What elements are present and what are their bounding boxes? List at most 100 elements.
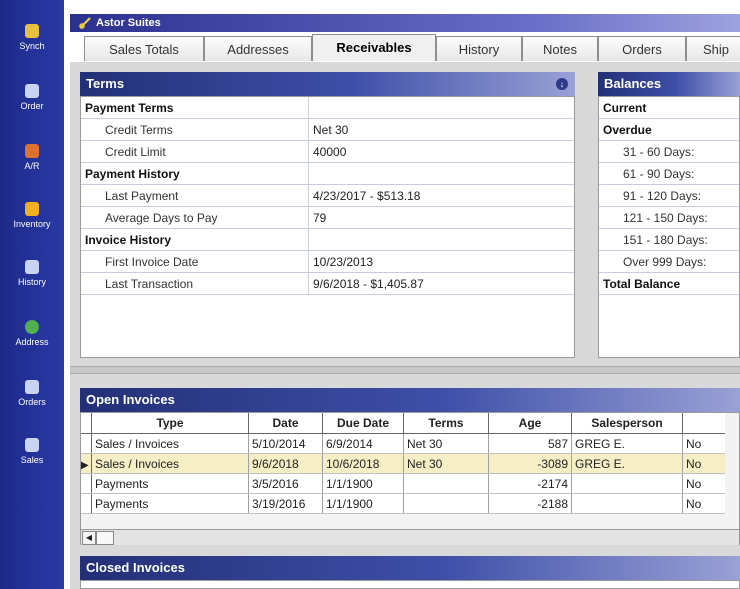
balances-label: 151 - 180 Days: bbox=[599, 228, 739, 251]
terms-value: 40000 bbox=[308, 140, 574, 163]
balances-row: Overdue bbox=[599, 118, 739, 141]
balances-label: Overdue bbox=[599, 118, 739, 141]
terms-row: Payment Terms bbox=[81, 97, 574, 119]
balances-row: 151 - 180 Days: bbox=[599, 228, 739, 251]
open-invoices-title: Open Invoices bbox=[86, 392, 175, 407]
scroll-left-icon[interactable]: ◀ bbox=[82, 531, 96, 545]
sidebar-item-order[interactable]: Order bbox=[0, 84, 64, 111]
terms-value bbox=[308, 228, 574, 251]
closed-invoices-title: Closed Invoices bbox=[86, 560, 185, 575]
sidebar-item-ar[interactable]: A/R bbox=[0, 144, 64, 171]
balances-label: Total Balance bbox=[599, 272, 739, 295]
column-header-terms[interactable]: Terms bbox=[403, 413, 489, 434]
column-header-extra[interactable] bbox=[682, 413, 725, 434]
tab-history[interactable]: History bbox=[436, 36, 522, 61]
horizontal-scrollbar[interactable]: ◀ bbox=[81, 529, 739, 545]
open-invoices-grid: Type Date Due Date Terms Age Salesperson… bbox=[80, 412, 740, 545]
terms-value: Net 30 bbox=[308, 118, 574, 141]
balances-row: Current bbox=[599, 97, 739, 119]
balances-row: 61 - 90 Days: bbox=[599, 162, 739, 185]
row-selector[interactable]: ▶ bbox=[81, 453, 92, 474]
tab-receivables[interactable]: Receivables bbox=[312, 34, 436, 61]
closed-invoices-grid bbox=[80, 580, 740, 589]
history-icon bbox=[25, 260, 39, 274]
terms-label: Credit Limit bbox=[81, 140, 309, 163]
row-selector[interactable] bbox=[81, 493, 92, 514]
sidebar-item-label: A/R bbox=[24, 161, 40, 171]
balances-label: 31 - 60 Days: bbox=[599, 140, 739, 163]
column-header-type[interactable]: Type bbox=[91, 413, 249, 434]
cell-terms bbox=[403, 473, 489, 494]
open-invoices-header: Open Invoices bbox=[80, 388, 740, 412]
collapse-chevron-icon[interactable]: ↓ bbox=[556, 78, 568, 90]
cell-date: 5/10/2014 bbox=[248, 433, 323, 454]
row-selector[interactable] bbox=[81, 433, 92, 454]
terms-value: 79 bbox=[308, 206, 574, 229]
tab-addresses[interactable]: Addresses bbox=[204, 36, 312, 61]
terms-value: 9/6/2018 - $1,405.87 bbox=[308, 272, 574, 295]
cell-terms bbox=[403, 493, 489, 514]
terms-row: Credit Limit 40000 bbox=[81, 140, 574, 163]
column-header-age[interactable]: Age bbox=[488, 413, 572, 434]
sidebar-item-label: Sales bbox=[20, 455, 44, 465]
splitter-handle[interactable] bbox=[70, 366, 740, 374]
cell-age: 587 bbox=[488, 433, 572, 454]
cell-salesperson bbox=[571, 493, 683, 514]
terms-label: Last Payment bbox=[81, 184, 309, 207]
row-selector[interactable] bbox=[81, 473, 92, 494]
sidebar-item-inventory[interactable]: Inventory bbox=[0, 202, 64, 229]
tab-bar: Sales Totals Addresses Receivables Histo… bbox=[76, 34, 740, 63]
table-row[interactable]: Payments 3/5/2016 1/1/1900 -2174 No bbox=[81, 473, 725, 494]
cell-date: 9/6/2018 bbox=[248, 453, 323, 474]
balances-row: Total Balance bbox=[599, 272, 739, 295]
cell-salesperson: GREG E. bbox=[571, 453, 683, 474]
ar-icon bbox=[25, 144, 39, 158]
cell-date: 3/5/2016 bbox=[248, 473, 323, 494]
cell-salesperson: GREG E. bbox=[571, 433, 683, 454]
balances-label: 91 - 120 Days: bbox=[599, 184, 739, 207]
table-row[interactable]: Sales / Invoices 5/10/2014 6/9/2014 Net … bbox=[81, 433, 725, 454]
terms-table: Payment Terms Credit Terms Net 30 Credit … bbox=[81, 97, 574, 295]
tab-ship[interactable]: Ship bbox=[686, 36, 740, 61]
inventory-icon bbox=[25, 202, 39, 216]
terms-row: Credit Terms Net 30 bbox=[81, 118, 574, 141]
app-sidebar: Synch Order A/R Inventory History Addres… bbox=[0, 0, 64, 589]
balances-panel-title: Balances bbox=[604, 76, 662, 91]
sidebar-item-sales[interactable]: Sales bbox=[0, 438, 64, 465]
tab-sales-totals[interactable]: Sales Totals bbox=[84, 36, 204, 61]
terms-panel: Payment Terms Credit Terms Net 30 Credit … bbox=[80, 96, 575, 358]
balances-panel: Current Overdue 31 - 60 Days: 61 - 90 Da… bbox=[598, 96, 740, 358]
balances-label: Over 999 Days: bbox=[599, 250, 739, 273]
closed-invoices-header: Closed Invoices bbox=[80, 556, 740, 580]
terms-value: 4/23/2017 - $513.18 bbox=[308, 184, 574, 207]
sidebar-item-synch[interactable]: Synch bbox=[0, 24, 64, 51]
cell-terms: Net 30 bbox=[403, 433, 489, 454]
tab-orders[interactable]: Orders bbox=[598, 36, 686, 61]
cell-type: Payments bbox=[91, 493, 249, 514]
table-row[interactable]: Payments 3/19/2016 1/1/1900 -2188 No bbox=[81, 493, 725, 514]
cell-age: -3089 bbox=[488, 453, 572, 474]
sidebar-item-address[interactable]: Address bbox=[0, 320, 64, 347]
address-icon bbox=[25, 320, 39, 334]
sidebar-item-label: Synch bbox=[19, 41, 45, 51]
window-title: Astor Suites bbox=[96, 17, 161, 29]
table-row-selected[interactable]: ▶ Sales / Invoices 9/6/2018 10/6/2018 Ne… bbox=[81, 453, 725, 474]
column-header-due-date[interactable]: Due Date bbox=[322, 413, 404, 434]
terms-panel-title: Terms bbox=[86, 76, 125, 91]
cell-type: Sales / Invoices bbox=[91, 453, 249, 474]
cell-flag: No bbox=[682, 473, 725, 494]
row-selector-header bbox=[81, 413, 92, 434]
column-header-date[interactable]: Date bbox=[248, 413, 323, 434]
terms-row: Average Days to Pay 79 bbox=[81, 206, 574, 229]
sidebar-item-history[interactable]: History bbox=[0, 260, 64, 287]
orders-icon bbox=[25, 380, 39, 394]
sales-icon bbox=[25, 438, 39, 452]
cell-salesperson bbox=[571, 473, 683, 494]
sidebar-item-orders[interactable]: Orders bbox=[0, 380, 64, 407]
cell-flag: No bbox=[682, 493, 725, 514]
scrollbar-thumb[interactable] bbox=[96, 531, 114, 545]
column-header-salesperson[interactable]: Salesperson bbox=[571, 413, 683, 434]
tab-notes[interactable]: Notes bbox=[522, 36, 598, 61]
open-invoices-table: Type Date Due Date Terms Age Salesperson… bbox=[81, 413, 725, 514]
terms-value: 10/23/2013 bbox=[308, 250, 574, 273]
